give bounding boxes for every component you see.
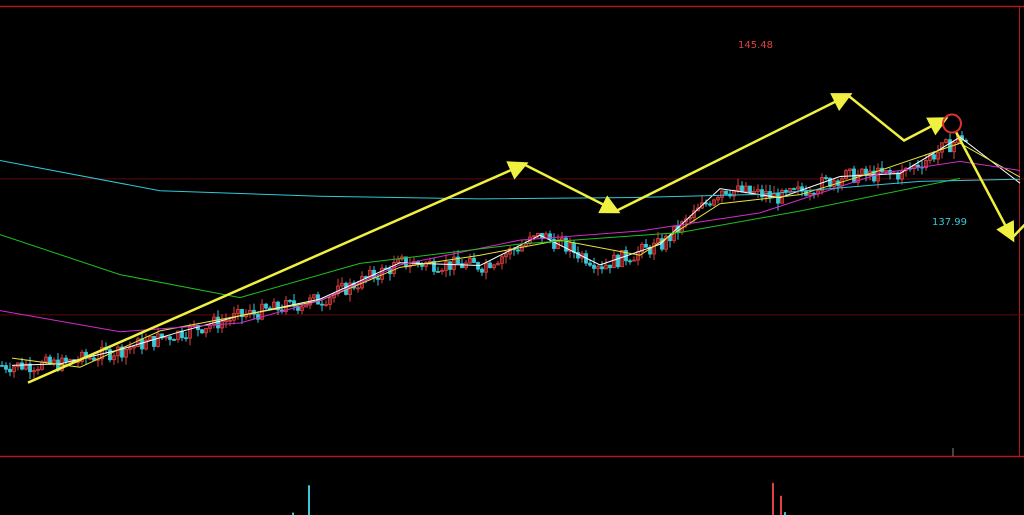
candle-body	[608, 264, 612, 269]
candle-body	[548, 233, 552, 240]
candle-body	[760, 189, 764, 198]
moving-average-line-3	[0, 177, 961, 299]
candle-body	[200, 329, 204, 334]
trend-arrow-1	[523, 163, 621, 214]
volume-bar-2	[772, 482, 774, 515]
candle-body	[516, 249, 520, 252]
candle-body	[448, 261, 452, 270]
candle-body	[948, 139, 952, 153]
volume-bar-3	[780, 495, 782, 515]
low-price-label: 137.99	[932, 217, 967, 228]
candle-body	[824, 177, 828, 179]
candle-body	[4, 365, 8, 370]
candle-body	[480, 268, 484, 273]
candle-body	[588, 262, 592, 266]
candle-body	[564, 237, 568, 252]
candle-body	[644, 243, 648, 248]
candle-body	[932, 154, 936, 160]
candle-body	[180, 330, 184, 339]
trend-arrow-5	[1011, 223, 1024, 239]
high-price-label: 145.48	[738, 40, 773, 51]
candle-body	[152, 335, 156, 347]
candle-body	[20, 362, 24, 370]
candle-body	[916, 164, 920, 168]
candle-body	[708, 203, 712, 206]
highlight-circle-0	[942, 113, 962, 134]
candle-body	[108, 349, 112, 361]
chart-frame	[0, 5, 1024, 458]
candle-body	[572, 242, 576, 253]
candle-body	[436, 271, 440, 273]
candle-body	[616, 254, 620, 268]
candle-body	[172, 339, 176, 341]
candle-body	[376, 277, 380, 280]
candle-body	[460, 263, 464, 269]
candle-body	[748, 185, 752, 194]
candle-body	[488, 262, 492, 269]
candle-body	[168, 336, 172, 340]
candle-body	[792, 188, 796, 190]
candle-body	[216, 316, 220, 329]
candle-body	[8, 368, 12, 373]
candle-body	[628, 260, 632, 263]
candle-body	[740, 185, 744, 193]
candle-body	[812, 192, 816, 195]
volume-bar-0	[308, 485, 310, 515]
moving-average-line-4	[0, 159, 1021, 200]
candle-body	[472, 257, 476, 263]
candle-body	[64, 357, 68, 362]
reference-levels	[0, 178, 1024, 316]
candle-body	[264, 303, 268, 309]
candle-body	[592, 264, 596, 269]
candle-body	[320, 303, 324, 306]
candle-body	[776, 192, 780, 204]
trend-arrow-3	[847, 94, 949, 142]
volume-panel	[292, 482, 786, 515]
candle-body	[288, 300, 292, 302]
candle-body	[724, 190, 728, 195]
candle-body	[600, 266, 604, 270]
candle-body	[184, 337, 188, 340]
candle-body	[0, 364, 4, 367]
price-chart: 145.48 137.99	[0, 5, 1024, 515]
